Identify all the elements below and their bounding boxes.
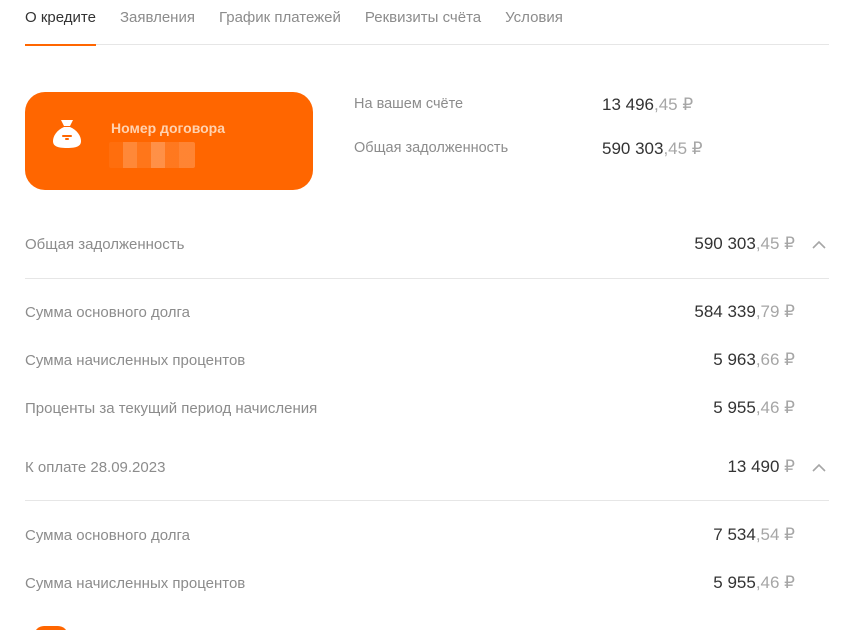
- total-debt-summary-row: Общая задолженность 590 303,45 ₽: [354, 138, 754, 162]
- chevron-up-icon[interactable]: [811, 461, 827, 475]
- section-divider: [25, 500, 829, 501]
- due-interest-value: 5 955,46 ₽: [713, 573, 795, 592]
- account-balance-value: 13 496,45 ₽: [602, 95, 694, 114]
- partial-orange-icon: [34, 626, 68, 630]
- account-balance-row: На вашем счёте 13 496,45 ₽: [354, 94, 754, 118]
- payment-due-value: 13 490 ₽: [727, 457, 795, 476]
- due-principal-label: Сумма основного долга: [25, 527, 191, 544]
- contract-number-redacted: [109, 142, 195, 168]
- money-bag-icon: [53, 120, 81, 148]
- tab-bar: О кредите Заявления График платежей Рекв…: [25, 0, 829, 46]
- total-debt-summary-label: Общая задолженность: [354, 140, 509, 156]
- list-item: Проценты за текущий период начисления 5 …: [25, 397, 829, 421]
- due-interest-label: Сумма начисленных процентов: [25, 575, 246, 592]
- tab-about-credit[interactable]: О кредите: [25, 0, 96, 46]
- list-item: Сумма основного долга 7 534,54 ₽: [25, 524, 829, 548]
- due-principal-value: 7 534,54 ₽: [713, 525, 795, 544]
- list-item: Сумма начисленных процентов 5 955,46 ₽: [25, 572, 829, 596]
- tab-payment-schedule[interactable]: График платежей: [219, 0, 341, 45]
- account-balance-label: На вашем счёте: [354, 96, 464, 112]
- current-period-interest-label: Проценты за текущий период начисления: [25, 400, 318, 417]
- payment-due-header[interactable]: К оплате 28.09.2023 13 490 ₽: [25, 456, 829, 480]
- contract-number-label: Номер договора: [111, 120, 226, 136]
- tab-applications[interactable]: Заявления: [120, 0, 195, 45]
- principal-debt-label: Сумма основного долга: [25, 304, 191, 321]
- list-item: Сумма основного долга 584 339,79 ₽: [25, 301, 829, 325]
- accrued-interest-value: 5 963,66 ₽: [713, 350, 795, 369]
- total-debt-value: 590 303,45 ₽: [694, 234, 795, 253]
- tab-conditions[interactable]: Условия: [505, 0, 563, 45]
- total-debt-summary-value: 590 303,45 ₽: [602, 139, 703, 158]
- payment-due-label: К оплате 28.09.2023: [25, 459, 166, 476]
- contract-card[interactable]: Номер договора: [25, 92, 313, 190]
- principal-debt-value: 584 339,79 ₽: [694, 302, 795, 321]
- total-debt-header[interactable]: Общая задолженность 590 303,45 ₽: [25, 233, 829, 257]
- current-period-interest-value: 5 955,46 ₽: [713, 398, 795, 417]
- list-item: Сумма начисленных процентов 5 963,66 ₽: [25, 349, 829, 373]
- total-debt-label: Общая задолженность: [25, 236, 185, 253]
- section-divider: [25, 278, 829, 279]
- tab-account-details[interactable]: Реквизиты счёта: [365, 0, 481, 45]
- chevron-up-icon[interactable]: [811, 238, 827, 252]
- accrued-interest-label: Сумма начисленных процентов: [25, 352, 246, 369]
